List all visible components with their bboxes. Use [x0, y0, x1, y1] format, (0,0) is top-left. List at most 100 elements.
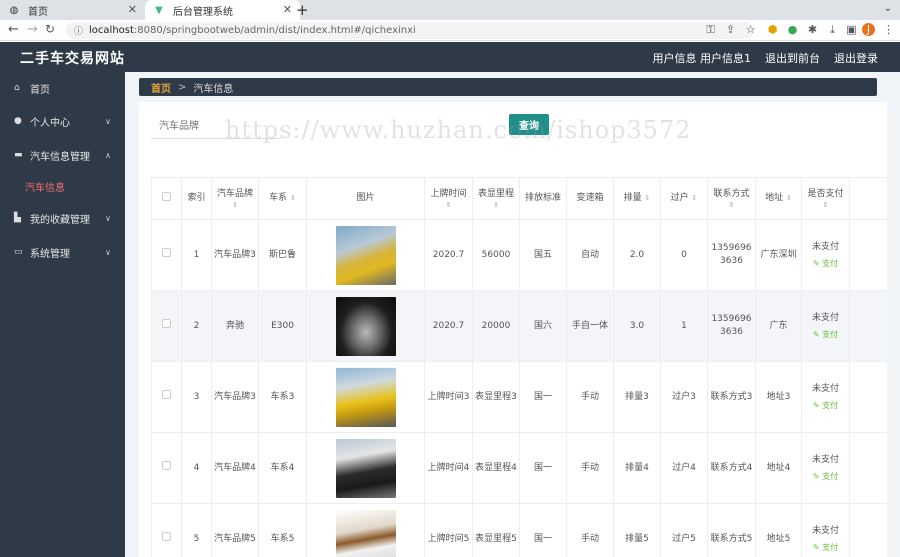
- row-checkbox[interactable]: [151, 432, 182, 504]
- pay-button[interactable]: ✎ 支付: [804, 399, 847, 412]
- extension-shield-icon[interactable]: ⬢: [766, 23, 779, 36]
- chevron-down-icon[interactable]: ⌄: [884, 3, 892, 14]
- url-field[interactable]: ⓘ localhost :8080/springbootweb/admin/di…: [66, 22, 754, 39]
- cell-reg-time: 上牌时间5: [424, 503, 473, 557]
- column-header[interactable]: 表显里程 ⇕: [472, 177, 520, 220]
- cell-series: 车系3: [258, 361, 307, 433]
- key-icon[interactable]: ⚿: [704, 23, 717, 36]
- car-image[interactable]: [335, 296, 396, 356]
- column-header: 排放标准: [519, 177, 567, 220]
- cell-more: [849, 361, 887, 433]
- cell-address: 广东深圳: [755, 219, 802, 291]
- car-image[interactable]: [335, 509, 396, 557]
- column-header[interactable]: 上牌时间 ⇕: [424, 177, 473, 220]
- cell-transfer: 过户3: [660, 361, 708, 433]
- pay-button[interactable]: ✎ 支付: [804, 541, 847, 554]
- menu-icon[interactable]: ⋮: [882, 23, 895, 36]
- sidebar-item-car-manage[interactable]: ▬ 汽车信息管理 ∧: [0, 144, 125, 166]
- column-header[interactable]: 是否支付 ⇕: [801, 177, 850, 220]
- chevron-up-icon: ∧: [105, 150, 111, 160]
- row-checkbox[interactable]: [151, 503, 182, 557]
- sidebar-item-label: 首页: [30, 84, 50, 96]
- sidebar-item-system[interactable]: ▭ 系统管理 ∨: [0, 241, 125, 263]
- logout-link[interactable]: 退出登录: [834, 50, 878, 66]
- brand-search-input[interactable]: [151, 115, 281, 139]
- cell-emission: 国五: [519, 219, 567, 291]
- pay-button[interactable]: ✎ 支付: [804, 257, 847, 270]
- sidebar-item-personal[interactable]: ● 个人中心 ∨: [0, 110, 125, 132]
- cell-contact: 联系方式3: [707, 361, 756, 433]
- sort-icon: ⇕: [786, 194, 792, 202]
- column-header[interactable]: 排量 ⇕: [613, 177, 661, 220]
- new-tab-icon[interactable]: +: [296, 1, 309, 19]
- cell-brand: 汽车品牌3: [211, 361, 259, 433]
- forward-icon[interactable]: →: [27, 22, 38, 37]
- column-header: 变速箱: [566, 177, 614, 220]
- cell-address: 地址5: [755, 503, 802, 557]
- close-icon[interactable]: ✕: [128, 3, 137, 16]
- cell-image: [306, 503, 425, 557]
- column-header[interactable]: 汽车品牌 ⇕: [211, 177, 259, 220]
- home-icon: ⌂: [14, 83, 20, 93]
- cell-mileage: 56000: [472, 219, 520, 291]
- cell-address: 广东: [755, 290, 802, 362]
- select-all-checkbox[interactable]: [151, 177, 182, 220]
- user-info-link[interactable]: 用户信息 用户信息1: [653, 50, 752, 66]
- system-icon: ▭: [14, 247, 23, 257]
- column-header[interactable]: 过户 ⇕: [660, 177, 708, 220]
- cell-paid: 未支付 ✎ 支付: [801, 361, 850, 433]
- cell-displacement: 排量4: [613, 432, 661, 504]
- column-header[interactable]: 地址 ⇕: [755, 177, 802, 220]
- address-bar: ← → ↻ ⓘ localhost :8080/springbootweb/ad…: [0, 20, 900, 41]
- sidebar: ⌂ 首页 ● 个人中心 ∨ ▬ 汽车信息管理 ∧ 汽车信息 ▙ 我的收藏管理 ∨…: [0, 72, 125, 557]
- sidebar-item-favorites[interactable]: ▙ 我的收藏管理 ∨: [0, 207, 125, 229]
- table-row: 2 奔驰 E300 2020.7 20000 国六 手自一体 3.0 1 135…: [151, 290, 887, 362]
- reload-icon[interactable]: ↻: [45, 22, 55, 36]
- extension-download-icon[interactable]: ●: [786, 23, 799, 36]
- cell-address: 地址3: [755, 361, 802, 433]
- cell-reg-time: 2020.7: [424, 219, 473, 291]
- url-path: :8080/springbootweb/admin/dist/index.htm…: [133, 25, 416, 36]
- cell-image: [306, 219, 425, 291]
- cell-reg-time: 上牌时间3: [424, 361, 473, 433]
- query-button[interactable]: 查询: [509, 114, 549, 135]
- folder-icon: ▬: [14, 150, 23, 160]
- chevron-down-icon: ∨: [105, 247, 111, 257]
- row-checkbox[interactable]: [151, 361, 182, 433]
- cell-emission: 国六: [519, 290, 567, 362]
- cell-gearbox: 手自一体: [566, 290, 614, 362]
- back-to-frontend-link[interactable]: 退出到前台: [765, 50, 820, 66]
- column-header: 图片: [306, 177, 425, 220]
- browser-tabbar: ◍ 首页 ✕ ▼ 后台管理系统 ✕ + ⌄: [0, 0, 900, 20]
- share-icon[interactable]: ⇪: [724, 23, 737, 36]
- close-icon[interactable]: ✕: [283, 3, 292, 16]
- app-header: 二手车交易网站 用户信息 用户信息1 退出到前台 退出登录: [0, 42, 900, 72]
- user-icon: ●: [14, 116, 22, 126]
- puzzle-icon[interactable]: ✱: [806, 23, 819, 36]
- column-header[interactable]: 车系 ⇕: [258, 177, 307, 220]
- row-checkbox[interactable]: [151, 219, 182, 291]
- column-header: 索引: [181, 177, 212, 220]
- column-header[interactable]: 联系方式 ⇕: [707, 177, 756, 220]
- pay-button[interactable]: ✎ 支付: [804, 470, 847, 483]
- row-checkbox[interactable]: [151, 290, 182, 362]
- cell-more: [849, 290, 887, 362]
- pay-button[interactable]: ✎ 支付: [804, 328, 847, 341]
- browser-tab-admin[interactable]: ▼ 后台管理系统 ✕: [145, 0, 300, 20]
- car-image[interactable]: [335, 225, 396, 285]
- table-row: 4 汽车品牌4 车系4 上牌时间4 表显里程4 国一 手动 排量4 过户4 联系…: [151, 432, 887, 504]
- browser-tab-home[interactable]: ◍ 首页 ✕: [0, 0, 145, 20]
- sidebar-item-home[interactable]: ⌂ 首页: [0, 77, 125, 99]
- breadcrumb-home[interactable]: 首页: [151, 80, 171, 95]
- sidepanel-icon[interactable]: ▣: [845, 23, 858, 36]
- back-icon[interactable]: ←: [8, 22, 19, 37]
- car-image[interactable]: [335, 367, 396, 427]
- sidebar-item-car-info[interactable]: 汽车信息: [0, 175, 125, 197]
- car-image[interactable]: [335, 438, 396, 498]
- star-icon[interactable]: ☆: [744, 23, 757, 36]
- cell-index: 5: [181, 503, 212, 557]
- profile-avatar-icon[interactable]: J: [862, 23, 875, 36]
- download-icon[interactable]: ⤓: [826, 23, 839, 36]
- cell-emission: 国一: [519, 361, 567, 433]
- pay-status: 未支付: [811, 454, 839, 465]
